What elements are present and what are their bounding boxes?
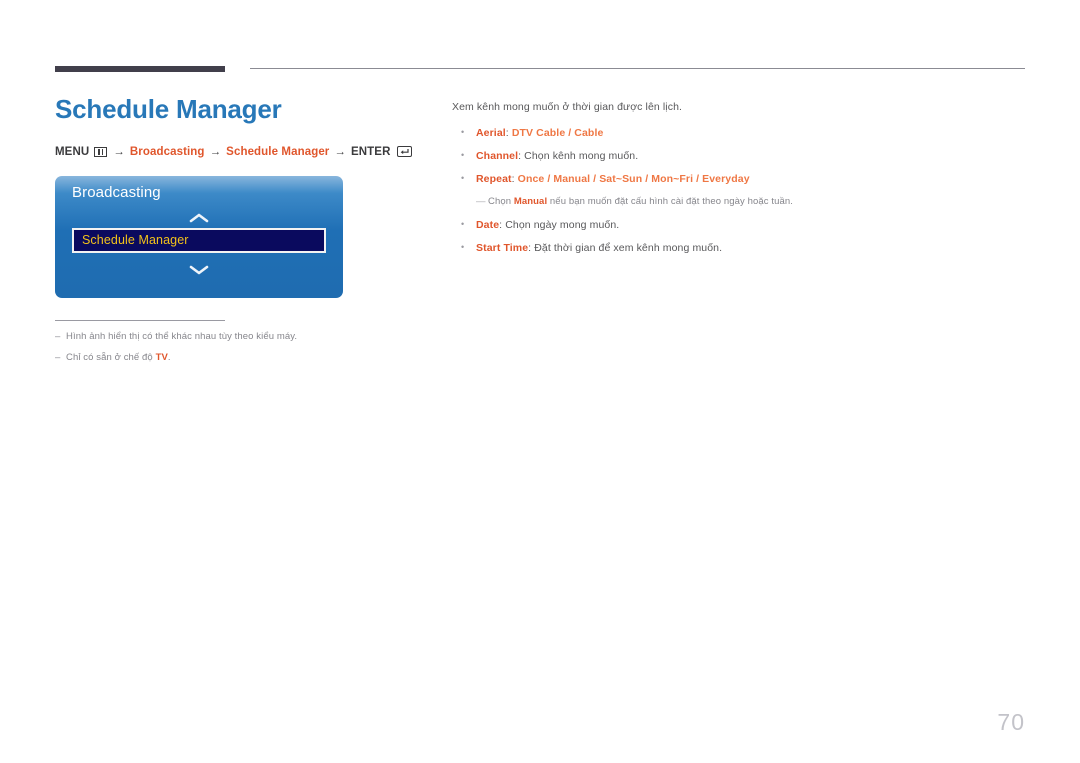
list-item-body: Đặt thời gian để xem kênh mong muốn. <box>534 242 723 255</box>
list-item-body: Chọn kênh mong muốn. <box>524 150 639 163</box>
menu-grid-icon <box>94 146 108 157</box>
page-header-rules <box>0 0 1080 80</box>
list-item: • Aerial: DTV Cable / Cable <box>452 125 1012 141</box>
page-title: Schedule Manager <box>55 94 282 124</box>
sub-note-bold-term: Manual <box>513 195 548 207</box>
sub-note-prefix: Chọn <box>488 195 514 207</box>
sub-note-text: Chọn Manual nếu bạn muốn đặt cấu hình cà… <box>488 195 793 209</box>
list-item: • Channel: Chọn kênh mong muốn. <box>452 148 1012 164</box>
footnote-item: – Chỉ có sẵn ở chế độ TV. <box>55 351 395 365</box>
footnote-text: Chỉ có sẵn ở chế độ TV. <box>66 351 171 365</box>
list-item-term: Channel <box>476 150 519 163</box>
list-item: • Date: Chọn ngày mong muốn. <box>452 217 1012 233</box>
bullet-icon: • <box>461 150 465 161</box>
bullet-icon: • <box>461 242 465 253</box>
header-accent-bar <box>55 66 225 72</box>
footnotes: – Hình ảnh hiển thị có thể khác nhau tùy… <box>55 319 395 366</box>
list-item-term: Date <box>476 218 500 231</box>
breadcrumb-step-schedule-manager[interactable]: Schedule Manager <box>226 146 329 158</box>
list-item-options: Once / Manual / Sat~Sun / Mon~Fri / Ever… <box>517 173 750 186</box>
footnote-text-suffix: . <box>167 351 171 363</box>
right-column: Xem kênh mong muốn ở thời gian được lên … <box>452 100 1012 263</box>
osd-menu-panel: Broadcasting Schedule Manager <box>55 175 343 298</box>
footnote-divider <box>55 319 225 321</box>
list-item-term: Aerial <box>476 126 506 139</box>
footnote-text-prefix: Chỉ có sẵn ở chế độ <box>66 351 156 363</box>
osd-selected-row-label: Schedule Manager <box>82 233 189 248</box>
bullet-icon: • <box>461 218 465 229</box>
list-item-content: Date: Chọn ngày mong muốn. <box>476 217 619 233</box>
list-item-term: Start Time <box>476 242 529 255</box>
footnote-item: – Hình ảnh hiển thị có thể khác nhau tùy… <box>55 330 395 344</box>
list-item-options: DTV Cable / Cable <box>511 126 604 139</box>
footnote-dash: – <box>55 330 61 342</box>
list-item: • Start Time: Đặt thời gian để xem kênh … <box>452 240 1012 256</box>
chevron-up-icon[interactable] <box>55 212 343 224</box>
list-item-content: Repeat: Once / Manual / Sat~Sun / Mon~Fr… <box>476 171 750 187</box>
page-number: 70 <box>997 709 1025 735</box>
footnote-dash: – <box>55 351 61 363</box>
header-divider-line <box>250 68 1025 69</box>
list-item-body: Chọn ngày mong muốn. <box>505 218 620 231</box>
breadcrumb-arrow-3: → <box>334 145 346 158</box>
sub-note-dash: — <box>476 195 486 207</box>
breadcrumb-arrow-2: → <box>209 145 222 158</box>
breadcrumb: MENU → Broadcasting → Schedule Manager →… <box>55 146 425 158</box>
list-item-content: Aerial: DTV Cable / Cable <box>476 125 603 141</box>
breadcrumb-menu-label: MENU <box>55 145 90 158</box>
list-item-term: Repeat <box>476 173 512 186</box>
intro-paragraph: Xem kênh mong muốn ở thời gian được lên … <box>452 101 683 113</box>
list-item-content: Channel: Chọn kênh mong muốn. <box>476 148 638 164</box>
sub-note: — Chọn Manual nếu bạn muốn đặt cấu hình … <box>452 195 1012 209</box>
breadcrumb-enter-label: ENTER <box>351 145 391 158</box>
chevron-down-icon[interactable] <box>55 264 343 276</box>
osd-panel-title: Broadcasting <box>72 183 161 201</box>
breadcrumb-arrow-1: → <box>113 145 125 158</box>
footnote-text: Hình ảnh hiển thị có thể khác nhau tùy t… <box>66 330 298 342</box>
breadcrumb-step-broadcasting[interactable]: Broadcasting <box>130 146 205 158</box>
osd-selected-row[interactable]: Schedule Manager <box>72 227 326 253</box>
bullet-icon: • <box>461 173 465 184</box>
sub-note-suffix: nếu bạn muốn đặt cấu hình cài đặt theo n… <box>547 195 794 207</box>
enter-return-icon <box>397 146 413 158</box>
footnote-accent-tv: TV <box>155 351 168 363</box>
left-column: Schedule Manager MENU → Broadcasting → S… <box>55 95 425 372</box>
bullet-icon: • <box>461 126 465 137</box>
list-item: • Repeat: Once / Manual / Sat~Sun / Mon~… <box>452 171 1012 187</box>
list-item-content: Start Time: Đặt thời gian để xem kênh mo… <box>476 240 722 256</box>
